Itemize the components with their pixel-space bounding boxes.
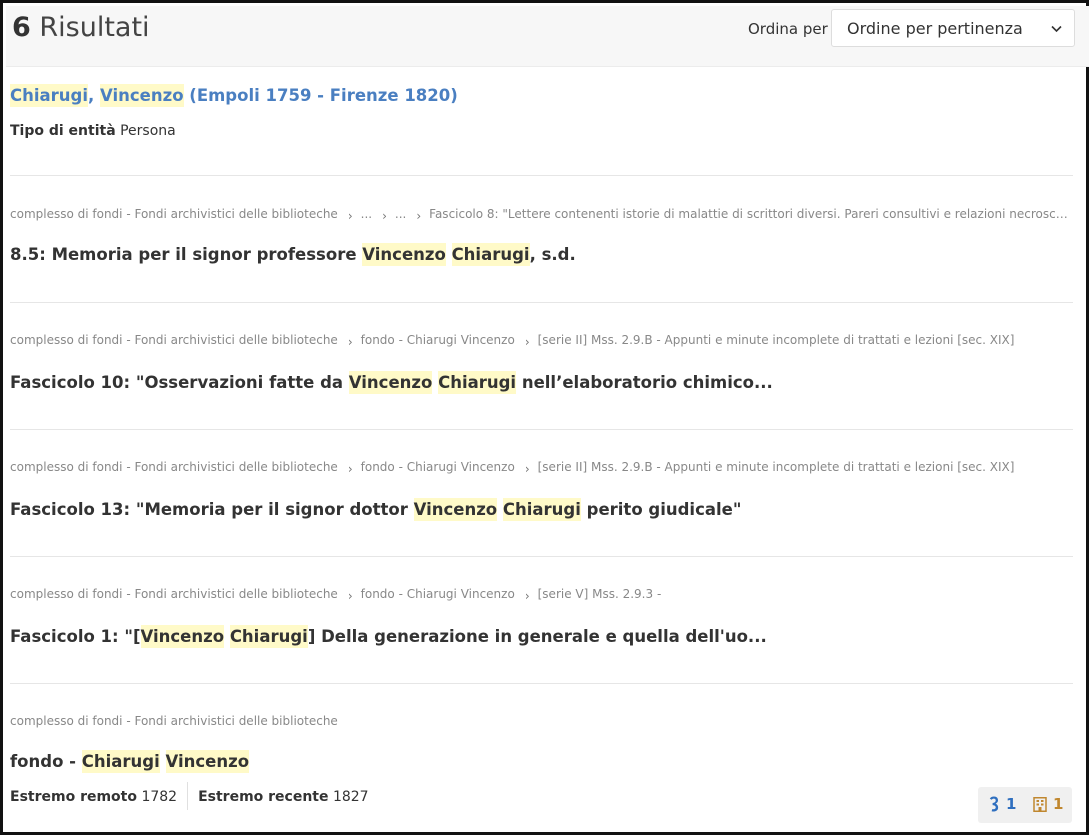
- breadcrumb-item[interactable]: ...: [395, 207, 406, 221]
- result-item: Chiarugi, Vincenzo (Empoli 1759 - Firenz…: [10, 84, 1073, 140]
- sort-label: Ordina per: [748, 20, 828, 38]
- sort-select[interactable]: Ordine per pertinenza: [831, 9, 1075, 47]
- building-count-badge[interactable]: 1: [1033, 795, 1063, 813]
- building-icon: [1033, 797, 1047, 812]
- breadcrumb-item[interactable]: ...: [361, 207, 372, 221]
- breadcrumb-item[interactable]: Fascicolo 8: "Lettere contenenti istorie…: [429, 207, 1073, 221]
- divider: [10, 429, 1073, 430]
- result-title-link[interactable]: Chiarugi, Vincenzo (Empoli 1759 - Firenz…: [10, 84, 1073, 107]
- breadcrumb-item[interactable]: complesso di fondi - Fondi archivistici …: [10, 333, 338, 347]
- chevron-right-icon: ›: [347, 462, 353, 475]
- chevron-right-icon: ›: [416, 209, 422, 222]
- result-title[interactable]: Fascicolo 1: "[Vincenzo Chiarugi] Della …: [10, 625, 1073, 648]
- result-badges: 1 1: [978, 787, 1072, 823]
- chevron-right-icon: ›: [347, 209, 353, 222]
- chevron-down-icon: [1051, 25, 1062, 33]
- result-item: complesso di fondi - Fondi archivistici …: [10, 713, 1073, 811]
- results-header: 6 Risultati Ordina per Ordine per pertin…: [6, 6, 1089, 67]
- chevron-right-icon: ›: [524, 589, 530, 602]
- sort-select-value: Ordine per pertinenza: [847, 19, 1023, 38]
- chevron-right-icon: ›: [524, 335, 530, 348]
- breadcrumb-item[interactable]: complesso di fondi - Fondi archivistici …: [10, 460, 338, 474]
- chevron-right-icon: ›: [347, 589, 353, 602]
- breadcrumb-item[interactable]: [serie II] Mss. 2.9.B - Appunti e minute…: [538, 460, 1015, 474]
- breadcrumb-item[interactable]: complesso di fondi - Fondi archivistici …: [10, 207, 338, 221]
- breadcrumb: complesso di fondi - Fondi archivistici …: [10, 459, 1073, 475]
- chevron-right-icon: ›: [524, 462, 530, 475]
- breadcrumb: complesso di fondi - Fondi archivistici …: [10, 713, 1073, 729]
- divider: [10, 175, 1073, 176]
- entity-type: Tipo di entità Persona: [10, 123, 176, 139]
- person-count-badge[interactable]: 1: [988, 795, 1016, 813]
- result-item: complesso di fondi - Fondi archivistici …: [10, 586, 1073, 648]
- breadcrumb-item[interactable]: [serie V] Mss. 2.9.3 -: [538, 587, 662, 601]
- breadcrumb: complesso di fondi - Fondi archivistici …: [10, 586, 1073, 602]
- result-title[interactable]: 8.5: Memoria per il signor professore Vi…: [10, 243, 1073, 266]
- chevron-right-icon: ›: [382, 209, 387, 222]
- result-item: complesso di fondi - Fondi archivistici …: [10, 332, 1073, 394]
- breadcrumb-item[interactable]: fondo - Chiarugi Vincenzo: [361, 460, 515, 474]
- breadcrumb-item[interactable]: complesso di fondi - Fondi archivistici …: [10, 587, 338, 601]
- result-item: complesso di fondi - Fondi archivistici …: [10, 206, 1073, 266]
- date-range: Estremo remoto 1782 Estremo recente 1827: [10, 782, 1073, 811]
- person-icon: [989, 796, 999, 812]
- divider: [10, 683, 1073, 684]
- breadcrumb-item[interactable]: fondo - Chiarugi Vincenzo: [361, 333, 515, 347]
- breadcrumb: complesso di fondi - Fondi archivistici …: [10, 332, 1073, 348]
- results-panel: 6 Risultati Ordina per Ordine per pertin…: [0, 0, 1089, 835]
- results-count: 6 Risultati: [12, 12, 150, 43]
- result-title[interactable]: Fascicolo 13: "Memoria per il signor dot…: [10, 498, 1073, 521]
- divider: [10, 556, 1073, 557]
- breadcrumb: complesso di fondi - Fondi archivistici …: [10, 206, 1073, 222]
- result-title[interactable]: fondo - Chiarugi Vincenzo: [10, 750, 1073, 773]
- breadcrumb-item[interactable]: complesso di fondi - Fondi archivistici …: [10, 714, 338, 728]
- result-title[interactable]: Fascicolo 10: "Osservazioni fatte da Vin…: [10, 371, 1073, 394]
- breadcrumb-item[interactable]: fondo - Chiarugi Vincenzo: [361, 587, 515, 601]
- breadcrumb-item[interactable]: [serie II] Mss. 2.9.B - Appunti e minute…: [538, 333, 1015, 347]
- chevron-right-icon: ›: [347, 335, 353, 348]
- divider: [10, 302, 1073, 303]
- result-item: complesso di fondi - Fondi archivistici …: [10, 459, 1073, 521]
